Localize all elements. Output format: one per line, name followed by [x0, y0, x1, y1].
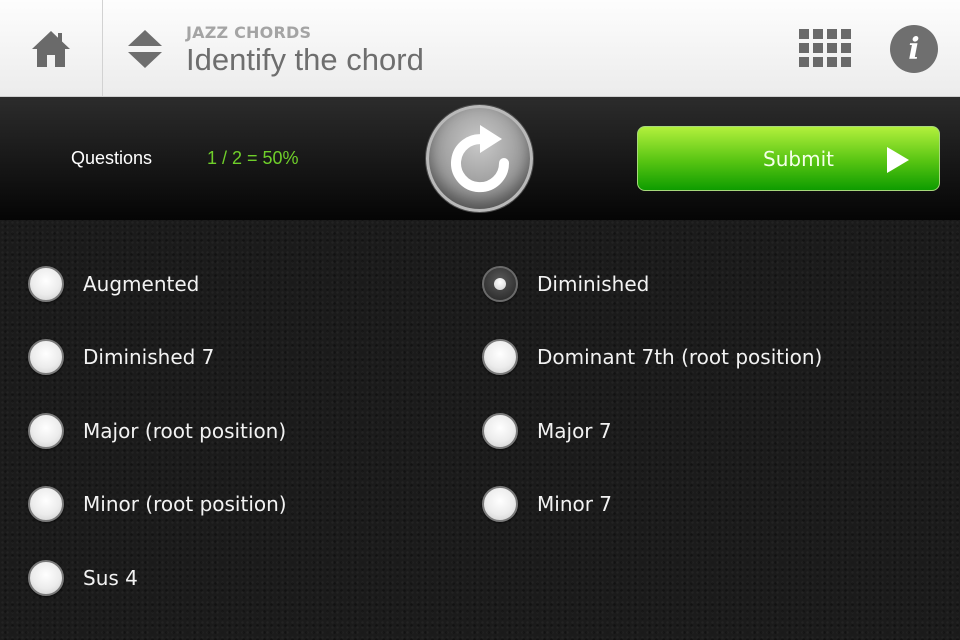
submit-button[interactable]: Submit: [637, 126, 940, 191]
option-label: Major 7: [537, 419, 612, 443]
option-label: Minor 7: [537, 492, 613, 516]
home-icon: [32, 30, 70, 67]
score-value: 1 / 2 = 50%: [207, 148, 299, 168]
home-button[interactable]: [0, 0, 103, 97]
grid-icon: [799, 29, 851, 67]
info-icon: i: [908, 31, 920, 67]
section-subtitle: JAZZ CHORDS: [186, 23, 312, 42]
questions-label: Questions: [71, 148, 153, 168]
option-label: Dominant 7th (root position): [537, 345, 823, 369]
radio-button[interactable]: [28, 486, 64, 522]
page-title: Identify the chord: [186, 42, 424, 77]
radio-button[interactable]: [28, 266, 64, 302]
radio-button[interactable]: [482, 486, 518, 522]
option-diminished-7[interactable]: Diminished 7: [28, 335, 214, 379]
radio-button[interactable]: [482, 339, 518, 375]
option-sus-4[interactable]: Sus 4: [28, 556, 138, 600]
info-button[interactable]: i: [890, 25, 938, 73]
option-major-7[interactable]: Major 7: [482, 409, 612, 453]
option-label: Sus 4: [83, 566, 138, 590]
option-label: Minor (root position): [83, 492, 287, 516]
option-label: Augmented: [83, 272, 200, 296]
sort-updown-icon: [128, 30, 162, 68]
reload-button[interactable]: [426, 105, 533, 212]
reload-icon: [450, 124, 509, 192]
option-augmented[interactable]: Augmented: [28, 262, 199, 306]
option-major[interactable]: Major (root position): [28, 409, 286, 453]
option-label: Diminished: [537, 272, 650, 296]
option-label: Diminished 7: [83, 345, 215, 369]
sort-updown-button[interactable]: [122, 26, 168, 72]
radio-button-selected[interactable]: [482, 266, 518, 302]
option-minor[interactable]: Minor (root position): [28, 482, 287, 526]
option-diminished[interactable]: Diminished: [482, 262, 649, 306]
submit-label: Submit: [763, 146, 834, 171]
radio-button[interactable]: [28, 560, 64, 596]
option-label: Major (root position): [83, 419, 287, 443]
radio-button[interactable]: [482, 413, 518, 449]
header-bar: JAZZ CHORDS Identify the chord i: [0, 0, 960, 97]
play-arrow-icon: [887, 147, 909, 173]
option-minor-7[interactable]: Minor 7: [482, 482, 612, 526]
radio-button[interactable]: [28, 339, 64, 375]
radio-button[interactable]: [28, 413, 64, 449]
option-dominant-7th[interactable]: Dominant 7th (root position): [482, 335, 822, 379]
answer-options: Augmented Diminished Diminished 7 Domina…: [0, 220, 960, 640]
grid-menu-button[interactable]: [796, 26, 856, 72]
